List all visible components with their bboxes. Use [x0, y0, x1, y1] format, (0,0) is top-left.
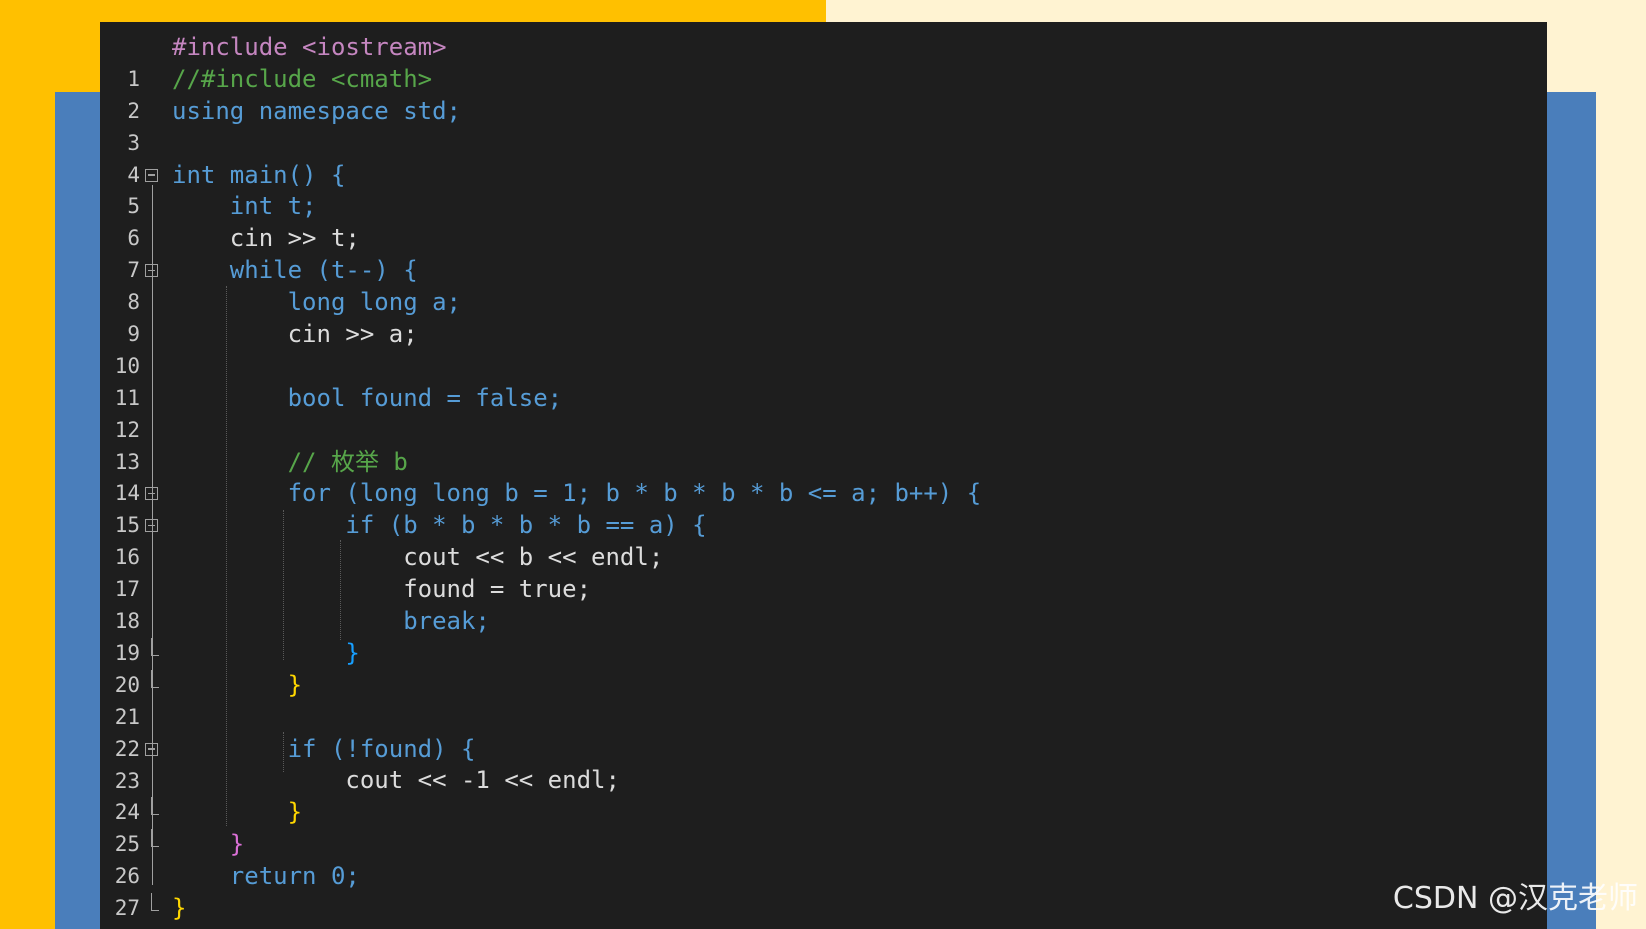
code-line-25[interactable]: 25 } [100, 797, 1547, 856]
code-line-5[interactable]: 5 int main() { [100, 160, 1547, 219]
code-line-2[interactable]: 2 //#include <cmath> [100, 64, 1547, 123]
code-text[interactable]: if (b * b * b * b == a) { [172, 510, 706, 542]
code-text[interactable]: } [172, 893, 186, 925]
code-line-7[interactable]: 7 cin >> t; [100, 223, 1547, 282]
code-line-16[interactable]: 16 if (b * b * b * b == a) { [100, 510, 1547, 569]
csdn-watermark: CSDN @汉克老师 [1392, 881, 1638, 916]
fold-end-marker [151, 637, 159, 656]
code-text[interactable]: //#include <cmath> [172, 64, 432, 96]
code-line-3[interactable]: 3 using namespace std; [100, 96, 1547, 155]
fold-collapse-icon[interactable] [145, 742, 158, 756]
code-text[interactable]: cin >> t; [172, 223, 360, 255]
code-text[interactable]: break; [172, 606, 490, 638]
code-line-23[interactable]: 23 if (!found) { [100, 734, 1547, 793]
code-line-14[interactable]: 14 // 枚举 b [100, 447, 1547, 506]
code-text[interactable]: for (long long b = 1; b * b * b * b <= a… [172, 478, 982, 510]
code-text[interactable]: using namespace std; [172, 96, 461, 128]
code-line-15[interactable]: 15 for (long long b = 1; b * b * b * b <… [100, 478, 1547, 537]
code-line-9[interactable]: 9 long long a; [100, 287, 1547, 346]
code-text[interactable]: return 0; [172, 861, 360, 893]
code-text[interactable]: long long a; [172, 287, 461, 319]
code-line-4[interactable]: 4 [100, 128, 1547, 187]
code-line-19[interactable]: 19 break; [100, 606, 1547, 665]
code-text[interactable]: cout << b << endl; [172, 542, 663, 574]
code-text[interactable]: cout << -1 << endl; [172, 765, 620, 797]
code-text[interactable]: #include <iostream> [172, 32, 447, 64]
code-line-1[interactable]: 1 #include <iostream> [100, 32, 1547, 91]
fold-collapse-icon[interactable] [145, 264, 158, 278]
code-text[interactable]: while (t--) { [172, 255, 418, 287]
code-text[interactable]: if (!found) { [172, 734, 476, 766]
code-line-12[interactable]: 12 bool found = false; [100, 383, 1547, 442]
fold-end-marker [151, 893, 159, 912]
fold-end-marker [151, 669, 159, 688]
code-line-18[interactable]: 18 found = true; [100, 574, 1547, 633]
code-editor[interactable]: 1 #include <iostream> 2 //#include <cmat… [100, 22, 1547, 929]
code-line-24[interactable]: 24 cout << -1 << endl; [100, 765, 1547, 824]
code-line-27[interactable]: 27 return 0; [100, 861, 1547, 920]
code-line-21[interactable]: 21 } [100, 669, 1547, 729]
code-text[interactable]: } [172, 797, 302, 829]
code-line-22[interactable]: 22 [100, 702, 1547, 761]
code-text[interactable]: } [172, 638, 359, 670]
code-text[interactable]: cin >> a; [172, 319, 418, 351]
code-line-17[interactable]: 17 cout << b << endl; [100, 542, 1547, 601]
code-line-26[interactable]: 26 } [100, 829, 1547, 888]
code-line-10[interactable]: 10 cin >> a; [100, 319, 1547, 378]
code-text[interactable]: // 枚举 b [172, 447, 408, 479]
code-text[interactable]: bool found = false; [172, 383, 563, 415]
code-line-11[interactable]: 11 [100, 351, 1547, 410]
code-text[interactable]: found = true; [172, 574, 591, 606]
code-line-13[interactable]: 13 [100, 415, 1547, 474]
fold-end-marker [151, 797, 159, 816]
fold-collapse-icon[interactable] [145, 487, 158, 501]
code-text[interactable]: } [172, 829, 244, 861]
code-lines: 1 #include <iostream> 2 //#include <cmat… [100, 32, 1547, 929]
code-text[interactable]: } [172, 670, 302, 702]
fold-collapse-icon[interactable] [145, 519, 158, 533]
code-line-6[interactable]: 6 int t; [100, 191, 1547, 250]
code-line-8[interactable]: 8 while (t--) { [100, 255, 1547, 314]
code-line-20[interactable]: 20 } [100, 637, 1547, 697]
fold-collapse-icon[interactable] [145, 168, 158, 182]
code-line-28[interactable]: 28 } [100, 893, 1547, 929]
fold-end-marker [151, 829, 159, 848]
line-number: 28 [100, 925, 140, 929]
code-text[interactable]: int t; [172, 191, 317, 223]
code-text[interactable]: int main() { [172, 160, 345, 192]
